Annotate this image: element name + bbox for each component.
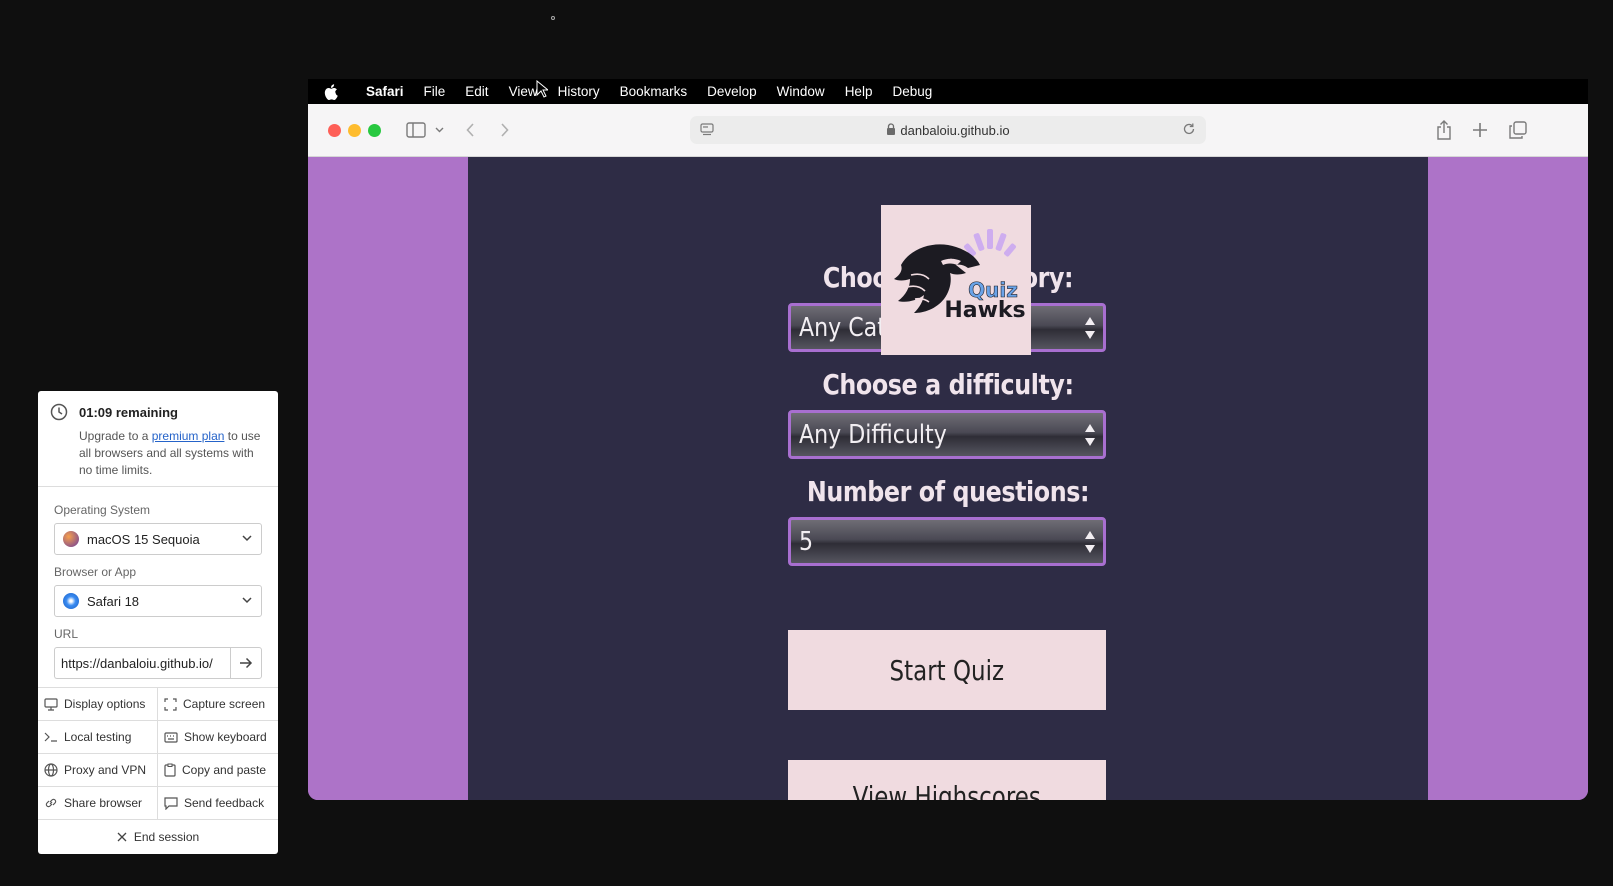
session-panel: 01:09 remaining Upgrade to a premium pla… (38, 391, 278, 854)
lock-icon (886, 122, 896, 138)
premium-plan-link[interactable]: premium plan (152, 429, 225, 443)
menu-debug[interactable]: Debug (882, 84, 942, 99)
url-input[interactable]: https://danbaloiu.github.io/ (54, 647, 230, 679)
tab-overview-icon[interactable] (1506, 118, 1530, 142)
menu-edit[interactable]: Edit (455, 84, 498, 99)
chevron-down-icon (241, 594, 253, 609)
apple-icon[interactable] (324, 79, 346, 104)
menu-bookmarks[interactable]: Bookmarks (610, 84, 698, 99)
close-window-button[interactable] (328, 124, 341, 137)
share-icon[interactable] (1432, 118, 1456, 142)
difficulty-label: Choose a difficulty: (822, 368, 1074, 401)
web-content: Quiz Hawks Choose a category: Any Catego… (308, 157, 1588, 800)
view-highscores-button[interactable]: View Highscores (788, 760, 1106, 800)
show-keyboard-label: Show keyboard (184, 730, 267, 744)
local-testing-button[interactable]: Local testing (38, 721, 158, 753)
select-arrows-icon (1083, 314, 1097, 342)
mouse-cursor-icon (536, 79, 550, 103)
capture-screen-label: Capture screen (183, 697, 266, 711)
menu-history[interactable]: History (548, 84, 610, 99)
view-highscores-label: View Highscores (852, 780, 1042, 800)
forward-icon[interactable] (494, 118, 514, 142)
page-menu-icon[interactable] (700, 122, 714, 139)
session-timer-box: 01:09 remaining Upgrade to a premium pla… (38, 391, 278, 487)
quiz-panel: Quiz Hawks Choose a category: Any Catego… (468, 157, 1428, 800)
sidebar-chevron-down-icon[interactable] (432, 118, 446, 142)
end-session-label: End session (133, 829, 200, 844)
show-keyboard-button[interactable]: Show keyboard (158, 721, 278, 753)
session-actions: Display options Capture screen Local tes… (38, 687, 278, 853)
keyboard-icon (164, 731, 178, 743)
stray-dot (551, 16, 555, 20)
safari-compass-icon (63, 593, 79, 609)
count-label: Number of questions: (806, 475, 1090, 508)
menu-help[interactable]: Help (835, 84, 883, 99)
start-quiz-button[interactable]: Start Quiz (788, 630, 1106, 710)
copy-paste-button[interactable]: Copy and paste (158, 754, 278, 786)
count-value: 5 (799, 526, 814, 557)
macos-icon (63, 531, 79, 547)
menu-safari[interactable]: Safari (356, 84, 414, 99)
quiz-hawks-logo: Quiz Hawks (881, 205, 1031, 355)
capture-screen-button[interactable]: Capture screen (158, 688, 278, 720)
share-browser-button[interactable]: Share browser (38, 787, 158, 819)
back-icon[interactable] (460, 118, 480, 142)
display-options-label: Display options (64, 697, 146, 711)
end-session-button[interactable]: End session (38, 820, 278, 853)
capture-icon (164, 697, 177, 711)
url-label: URL (54, 627, 79, 641)
chevron-down-icon (241, 532, 253, 547)
monitor-icon (44, 697, 58, 711)
chat-bubble-icon (164, 796, 178, 810)
logo-hawks-text: Hawks (944, 298, 1025, 323)
link-icon (45, 798, 57, 808)
share-browser-label: Share browser (64, 796, 143, 810)
upgrade-pre-text: Upgrade to a (79, 429, 149, 443)
difficulty-value: Any Difficulty (799, 419, 947, 450)
clipboard-icon (164, 763, 176, 777)
menu-develop[interactable]: Develop (697, 84, 767, 99)
url-field: https://danbaloiu.github.io/ (54, 647, 262, 679)
display-options-button[interactable]: Display options (38, 688, 158, 720)
os-select[interactable]: macOS 15 Sequoia (54, 523, 262, 555)
address-bar[interactable]: danbaloiu.github.io (690, 116, 1206, 144)
select-arrows-icon (1083, 421, 1097, 449)
menu-file[interactable]: File (414, 84, 456, 99)
start-quiz-label: Start Quiz (889, 653, 1005, 687)
browser-value: Safari 18 (87, 593, 140, 609)
local-testing-label: Local testing (64, 730, 132, 744)
os-label: Operating System (54, 503, 151, 517)
browser-select[interactable]: Safari 18 (54, 585, 262, 617)
macos-menubar: Safari File Edit View History Bookmarks … (308, 79, 1588, 104)
zoom-window-button[interactable] (368, 124, 381, 137)
proxy-vpn-button[interactable]: Proxy and VPN (38, 754, 158, 786)
copy-paste-label: Copy and paste (182, 763, 267, 777)
proxy-vpn-label: Proxy and VPN (64, 763, 147, 777)
terminal-icon (44, 732, 57, 742)
os-value: macOS 15 Sequoia (87, 531, 200, 547)
send-feedback-label: Send feedback (184, 796, 265, 810)
reload-icon[interactable] (1182, 122, 1196, 139)
send-feedback-button[interactable]: Send feedback (158, 787, 278, 819)
globe-icon (44, 763, 58, 777)
menu-window[interactable]: Window (767, 84, 835, 99)
difficulty-select[interactable]: Any Difficulty (788, 410, 1106, 459)
go-arrow-button[interactable] (230, 647, 262, 679)
minimize-window-button[interactable] (348, 124, 361, 137)
clock-icon (50, 403, 68, 424)
close-icon (117, 832, 127, 841)
time-remaining: 01:09 remaining (79, 405, 178, 420)
safari-window: danbaloiu.github.io Quiz Hawks Choose An… (308, 104, 1588, 800)
browser-label: Browser or App (54, 565, 137, 579)
safari-toolbar: danbaloiu.github.io (308, 104, 1588, 157)
address-text: danbaloiu.github.io (900, 122, 1010, 138)
new-tab-icon[interactable] (1468, 118, 1492, 142)
count-select[interactable]: 5 (788, 517, 1106, 566)
sidebar-icon[interactable] (404, 118, 428, 142)
upgrade-text: Upgrade to a premium plan to use all bro… (79, 428, 266, 479)
arrow-right-icon (240, 657, 253, 669)
select-arrows-icon (1083, 528, 1097, 556)
